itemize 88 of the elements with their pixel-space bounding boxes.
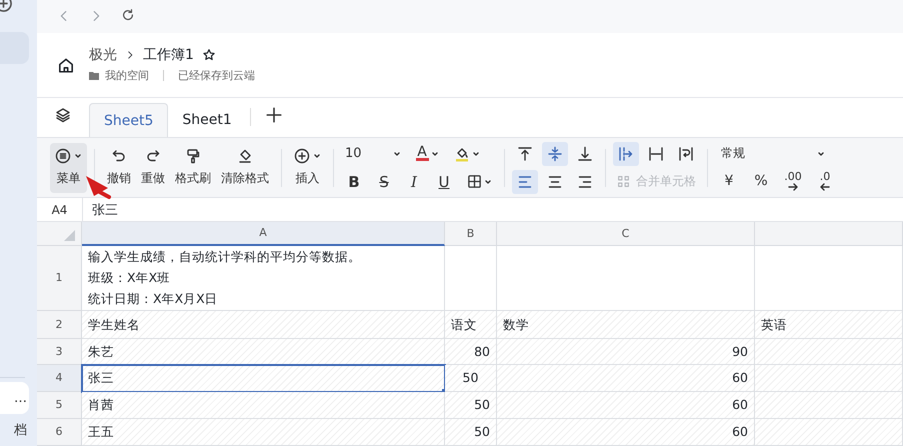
eraser-icon xyxy=(237,148,253,164)
fill-bucket-icon xyxy=(454,146,470,162)
table-cell[interactable] xyxy=(755,392,903,419)
borders-icon xyxy=(466,174,482,190)
text-wrap-button[interactable] xyxy=(613,142,639,166)
text-wrap-icon xyxy=(678,146,694,162)
cell-reference: A4 xyxy=(50,202,68,217)
caret-icon xyxy=(484,178,492,186)
text-overflow-icon xyxy=(618,146,634,162)
column-header[interactable]: C xyxy=(497,222,755,246)
underline-button[interactable]: U xyxy=(431,170,457,194)
plus-circle-icon xyxy=(294,148,310,164)
insert-button[interactable]: 插入 xyxy=(289,142,326,193)
align-bottom-icon xyxy=(577,146,593,162)
save-status: 已经保存到云端 xyxy=(178,68,255,84)
caret-icon xyxy=(472,150,480,158)
location-label[interactable]: 我的空间 xyxy=(105,68,149,84)
star-icon xyxy=(202,48,216,62)
sidebar-item[interactable]: 档 xyxy=(0,414,37,446)
undo-button[interactable]: 撤销 xyxy=(102,142,136,193)
table-cell[interactable]: 语文 xyxy=(445,310,497,339)
italic-button[interactable]: I xyxy=(401,170,427,194)
sheet-tab[interactable]: Sheet5 xyxy=(89,103,168,138)
table-cell[interactable]: 英语 xyxy=(755,310,903,339)
eraser-button[interactable]: 清除格式 xyxy=(216,142,274,193)
table-cell[interactable]: 60 xyxy=(497,392,755,419)
row-header[interactable]: 5 xyxy=(37,392,82,419)
font-color-button[interactable]: A xyxy=(409,142,445,166)
sidebar-item[interactable]: … xyxy=(0,382,29,414)
arrow-right-icon xyxy=(788,182,798,192)
table-cell[interactable]: 60 xyxy=(497,418,755,446)
table-cell[interactable]: 王五 xyxy=(82,418,445,446)
arrow-left-icon xyxy=(820,182,830,192)
row-header[interactable]: 1 xyxy=(37,246,82,311)
currency-button[interactable]: ¥ xyxy=(715,170,743,194)
workbook-title: 工作簿1 xyxy=(143,46,194,64)
folder-icon xyxy=(89,71,99,80)
bold-button[interactable]: B xyxy=(341,170,367,194)
strike-button[interactable]: S xyxy=(371,170,397,194)
align-center-icon xyxy=(547,174,563,190)
vertical-align-button[interactable] xyxy=(542,142,568,166)
align-top-icon xyxy=(517,146,533,162)
horizontal-align-button[interactable] xyxy=(512,170,538,194)
text-clip-icon xyxy=(648,146,664,162)
add-decimal-button[interactable]: .00 xyxy=(779,170,807,194)
column-header[interactable]: A xyxy=(82,222,445,246)
row-header[interactable]: 4 xyxy=(37,364,82,392)
home-icon xyxy=(57,56,75,74)
align-left-icon xyxy=(517,174,533,190)
row-header[interactable]: 3 xyxy=(37,338,82,365)
table-cell[interactable]: 60 xyxy=(497,364,755,392)
refresh-icon xyxy=(121,8,135,22)
breadcrumb-link[interactable]: 极光 xyxy=(89,46,117,64)
table-cell[interactable] xyxy=(755,364,903,392)
table-cell[interactable]: 90 xyxy=(497,338,755,365)
table-cell[interactable]: 50 xyxy=(445,418,497,446)
remove-decimal-button[interactable]: .0 xyxy=(811,170,839,194)
caret-icon xyxy=(393,150,401,158)
align-middle-icon xyxy=(547,146,563,162)
layers-icon xyxy=(55,107,71,124)
add-sheet-icon xyxy=(264,106,283,124)
row-header[interactable]: 6 xyxy=(37,418,82,446)
formula-field[interactable]: 张三 xyxy=(82,198,118,221)
font-size-dropdown[interactable]: 10 xyxy=(341,146,405,162)
table-cell[interactable]: 数学 xyxy=(497,310,755,339)
caret-icon xyxy=(817,150,825,158)
merge-icon xyxy=(617,175,630,188)
number-format-dropdown[interactable]: 常规 xyxy=(715,145,831,162)
table-cell[interactable] xyxy=(755,418,903,446)
menu-icon xyxy=(55,148,71,164)
painter-button[interactable]: 格式刷 xyxy=(170,142,216,193)
table-cell[interactable]: 50 xyxy=(445,364,497,392)
table-cell[interactable]: 50 xyxy=(445,392,497,419)
table-cell[interactable]: 朱艺 xyxy=(82,338,445,365)
percent-button[interactable]: % xyxy=(747,170,775,194)
table-cell[interactable]: 80 xyxy=(445,338,497,365)
sheet-tab[interactable]: Sheet1 xyxy=(168,103,246,138)
row-header[interactable]: 2 xyxy=(37,310,82,339)
caret-icon xyxy=(430,150,438,158)
menu-button[interactable]: 菜单 xyxy=(50,142,87,193)
redo-button[interactable]: 重做 xyxy=(136,142,170,193)
table-cell[interactable] xyxy=(755,338,903,365)
table-cell[interactable]: 张三 xyxy=(82,364,445,392)
table-cell[interactable]: 肖茜 xyxy=(82,392,445,419)
align-right-icon xyxy=(577,174,593,190)
paint-brush-icon xyxy=(185,148,201,164)
table-cell[interactable]: 学生姓名 xyxy=(82,310,445,339)
column-header[interactable]: B xyxy=(445,222,497,246)
